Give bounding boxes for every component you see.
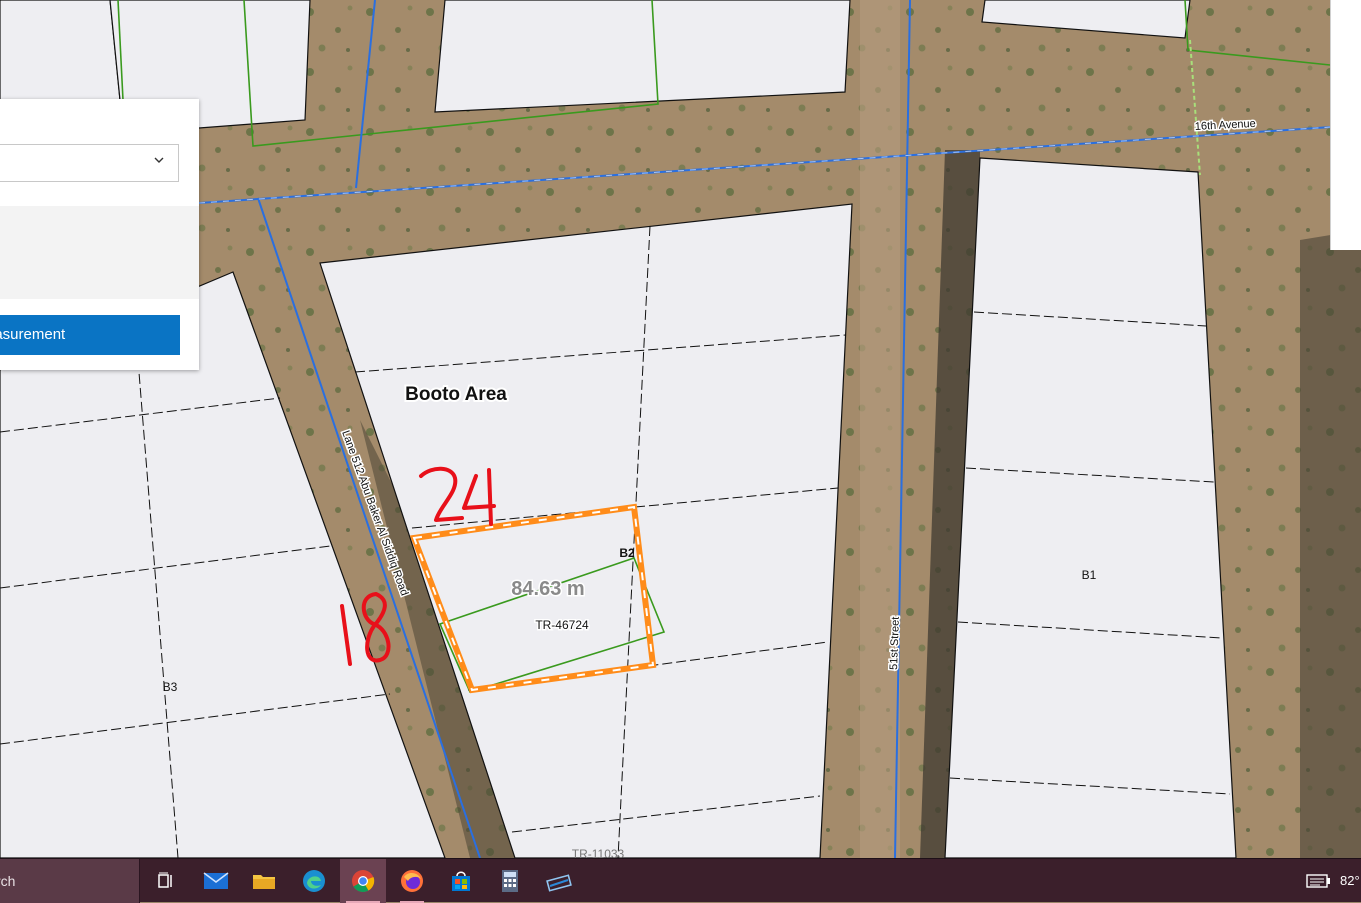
parcel-label-b3: B3 xyxy=(163,680,178,694)
calculator-icon[interactable] xyxy=(496,867,524,895)
measurement-length-label: 84.63 m xyxy=(511,578,584,600)
task-view-icon[interactable] xyxy=(152,867,180,895)
new-measurement-label: easurement xyxy=(0,326,66,343)
snipping-tool-icon[interactable] xyxy=(545,867,573,895)
edge-icon[interactable] xyxy=(300,867,328,895)
chrome-icon[interactable] xyxy=(349,867,377,895)
street-ground xyxy=(860,0,900,858)
taskbar-search-text: rch xyxy=(0,873,16,889)
firefox-open-indicator xyxy=(394,859,430,903)
weather-temperature[interactable]: 82° xyxy=(1340,859,1360,903)
shadow-strip-right xyxy=(1300,230,1361,858)
battery-icon[interactable] xyxy=(1306,873,1332,889)
chevron-down-icon xyxy=(154,157,164,163)
store-icon[interactable] xyxy=(447,867,475,895)
taskbar: rch 82° xyxy=(0,858,1361,903)
road-label-street: 51st Street xyxy=(888,617,902,671)
right-side-panel xyxy=(1330,0,1361,250)
file-explorer-icon[interactable] xyxy=(250,867,278,895)
new-measurement-button[interactable]: easurement xyxy=(0,315,180,355)
taskbar-search-box[interactable]: rch xyxy=(0,859,140,903)
map-canvas[interactable]: Booto Area 84.63 m TR-46724 TR-11033 B1 … xyxy=(0,0,1361,858)
parcel-label-b2: B2 xyxy=(619,546,635,560)
parcel-label-b1: B1 xyxy=(1082,568,1097,582)
mail-icon[interactable] xyxy=(202,867,230,895)
parcel-label-tr-bottom: TR-11033 xyxy=(572,847,625,858)
measurement-panel: easurement xyxy=(0,99,199,370)
parcel-label-tr: TR-46724 xyxy=(535,618,589,632)
measurement-result-area xyxy=(0,206,199,299)
area-label: Booto Area xyxy=(405,384,507,405)
map-view[interactable]: Booto Area 84.63 m TR-46724 TR-11033 B1 … xyxy=(0,0,1361,858)
unit-select[interactable] xyxy=(0,144,179,182)
